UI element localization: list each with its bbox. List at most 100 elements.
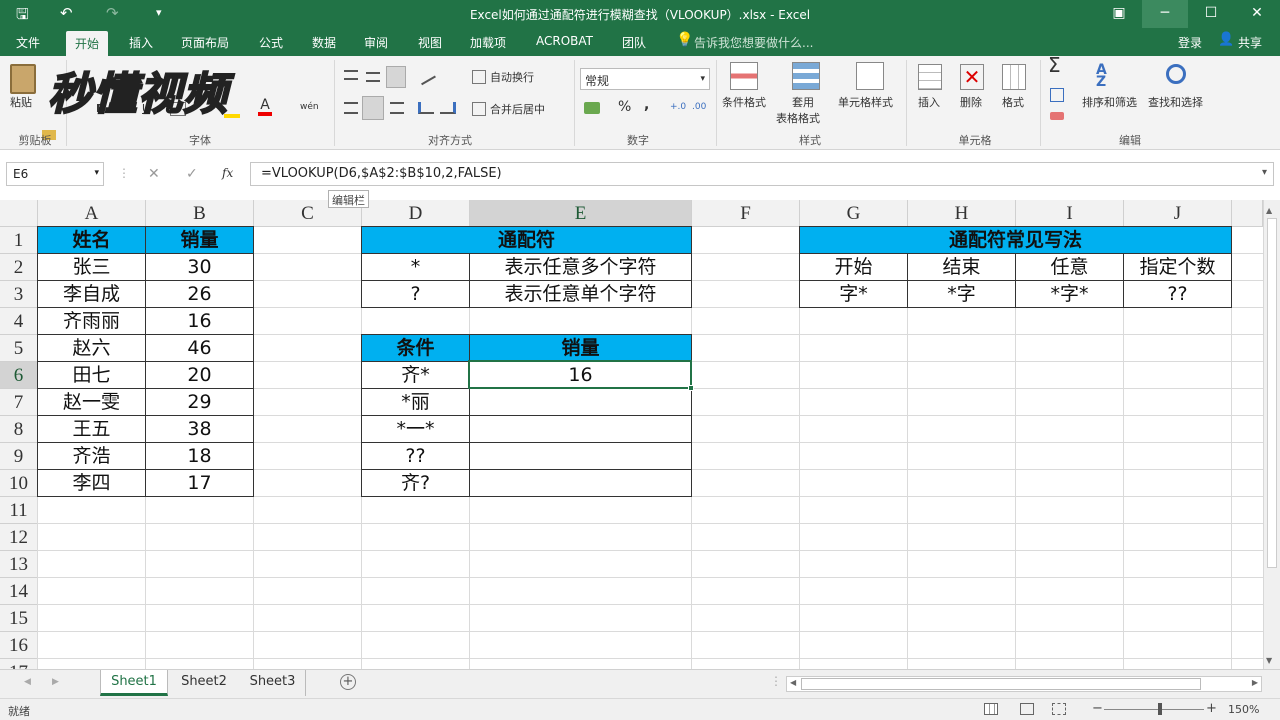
fill-icon[interactable] [1050, 88, 1064, 102]
cell-g1[interactable]: 通配符常见写法 [800, 227, 1231, 253]
formula-input[interactable]: =VLOOKUP(D6,$A$2:$B$10,2,FALSE) [250, 162, 1274, 186]
fill-handle[interactable] [688, 385, 694, 391]
cell-j3[interactable]: ?? [1124, 281, 1231, 307]
name-box[interactable]: E6 ▾ [6, 162, 104, 186]
cell-j2[interactable]: 指定个数 [1124, 254, 1231, 280]
scroll-down-icon[interactable]: ▼ [1266, 656, 1272, 665]
cell-i2[interactable]: 任意 [1016, 254, 1123, 280]
align-bottom-icon[interactable] [386, 66, 406, 88]
accounting-format-icon[interactable] [584, 102, 600, 114]
cell-b6[interactable]: 20 [146, 362, 253, 388]
cell-a5[interactable]: 赵六 [38, 335, 145, 361]
sheet-tab-sheet1[interactable]: Sheet1 [100, 670, 168, 696]
sheet-tab-sheet2[interactable]: Sheet2 [170, 670, 238, 696]
select-all-corner[interactable] [0, 200, 38, 227]
chevron-down-icon[interactable]: ▾ [94, 168, 99, 178]
cell-i3[interactable]: *字* [1016, 281, 1123, 307]
share-button[interactable]: 共享 [1238, 34, 1262, 51]
tab-view[interactable]: 视图 [418, 34, 442, 51]
format-cells-button[interactable]: 格式 [1002, 96, 1024, 110]
column-header-e[interactable]: E [470, 200, 692, 227]
orientation-icon[interactable] [416, 66, 436, 86]
cell-d1[interactable]: 通配符 [362, 227, 691, 253]
cell-a2[interactable]: 张三 [38, 254, 145, 280]
cell-e2[interactable]: 表示任意多个字符 [470, 254, 691, 280]
expand-formula-icon[interactable]: ▾ [1262, 167, 1267, 178]
cell-g3[interactable]: 字* [800, 281, 907, 307]
conditional-formatting-icon[interactable] [730, 62, 758, 90]
merge-center-button[interactable]: 合并后居中 [490, 103, 545, 117]
tab-data[interactable]: 数据 [312, 34, 336, 51]
tab-insert[interactable]: 插入 [129, 34, 153, 51]
autosum-button[interactable]: Σ [1048, 55, 1061, 75]
cell-a4[interactable]: 齐雨丽 [38, 308, 145, 334]
insert-cells-icon[interactable] [918, 64, 942, 90]
cell-b9[interactable]: 18 [146, 443, 253, 469]
align-center-icon[interactable] [362, 96, 384, 120]
conditional-formatting-button[interactable]: 条件格式 [722, 96, 766, 110]
row-header-2[interactable]: 2 [0, 254, 38, 281]
row-header-7[interactable]: 7 [0, 389, 38, 416]
wrap-text-button[interactable]: 自动换行 [490, 71, 534, 85]
vertical-scroll-thumb[interactable] [1267, 218, 1277, 568]
align-middle-icon[interactable] [366, 72, 380, 82]
zoom-level[interactable]: 150% [1228, 703, 1259, 716]
close-button[interactable]: ✕ [1234, 0, 1280, 28]
cell-h3[interactable]: *字 [908, 281, 1015, 307]
decrease-indent-icon[interactable] [418, 102, 434, 114]
login-link[interactable]: 登录 [1178, 34, 1202, 51]
sort-filter-icon[interactable]: AZ [1096, 63, 1120, 90]
format-as-table-button[interactable]: 套用 [792, 96, 814, 110]
row-header-17[interactable]: 17 [0, 659, 38, 669]
comma-button[interactable]: , [644, 98, 649, 112]
wrap-text-icon[interactable] [472, 70, 486, 84]
clear-icon[interactable] [1050, 112, 1064, 120]
zoom-slider-handle[interactable] [1158, 703, 1162, 715]
cell-e6[interactable]: 16 [470, 362, 691, 388]
insert-function-icon[interactable]: fx [222, 166, 233, 180]
cell-styles-button[interactable]: 单元格样式 [838, 96, 893, 110]
cell-d5[interactable]: 条件 [362, 335, 469, 361]
horizontal-scrollbar[interactable]: ◀ ▶ [786, 676, 1262, 692]
cell-a7[interactable]: 赵一雯 [38, 389, 145, 415]
cell-d6[interactable]: 齐* [362, 362, 469, 388]
paste-icon[interactable] [10, 64, 36, 94]
cell-b7[interactable]: 29 [146, 389, 253, 415]
page-break-view-icon[interactable] [1052, 703, 1066, 715]
page-layout-view-icon[interactable] [1020, 703, 1034, 715]
tab-file[interactable]: 文件 [16, 34, 40, 51]
tab-review[interactable]: 审阅 [364, 34, 388, 51]
delete-cells-button[interactable]: 删除 [960, 96, 982, 110]
cell-e3[interactable]: 表示任意单个字符 [470, 281, 691, 307]
cell-styles-icon[interactable] [856, 62, 884, 90]
search-icon[interactable] [1166, 64, 1186, 84]
column-header-j[interactable]: J [1124, 200, 1232, 227]
cell-b3[interactable]: 26 [146, 281, 253, 307]
percent-button[interactable]: % [618, 100, 631, 114]
cell-a1[interactable]: 姓名 [38, 227, 145, 253]
delete-cells-icon[interactable]: ✕ [960, 64, 984, 90]
cell-b2[interactable]: 30 [146, 254, 253, 280]
cell-a9[interactable]: 齐浩 [38, 443, 145, 469]
scroll-right-icon[interactable]: ▶ [1252, 678, 1258, 687]
cell-h2[interactable]: 结束 [908, 254, 1015, 280]
align-right-icon[interactable] [390, 102, 404, 114]
vertical-scrollbar[interactable]: ▲ ▼ [1263, 200, 1280, 669]
cell-a3[interactable]: 李自成 [38, 281, 145, 307]
enter-icon[interactable]: ✓ [186, 166, 198, 182]
cell-a10[interactable]: 李四 [38, 470, 145, 496]
paste-label[interactable]: 粘贴 [10, 96, 32, 110]
tab-page-layout[interactable]: 页面布局 [181, 34, 229, 51]
cell-d10[interactable]: 齐? [362, 470, 469, 496]
minimize-button[interactable]: ─ [1142, 0, 1188, 28]
row-header-12[interactable]: 12 [0, 524, 38, 551]
restore-button[interactable]: ☐ [1188, 0, 1234, 28]
increase-decimal-icon[interactable]: +.0 [670, 100, 686, 114]
sheet-tab-sheet3[interactable]: Sheet3 [240, 670, 306, 696]
cell-d8[interactable]: *一* [362, 416, 469, 442]
cancel-icon[interactable]: ✕ [148, 166, 160, 182]
scroll-up-icon[interactable]: ▲ [1266, 206, 1272, 215]
cell-b4[interactable]: 16 [146, 308, 253, 334]
column-header-i[interactable]: I [1016, 200, 1124, 227]
cell-b5[interactable]: 46 [146, 335, 253, 361]
